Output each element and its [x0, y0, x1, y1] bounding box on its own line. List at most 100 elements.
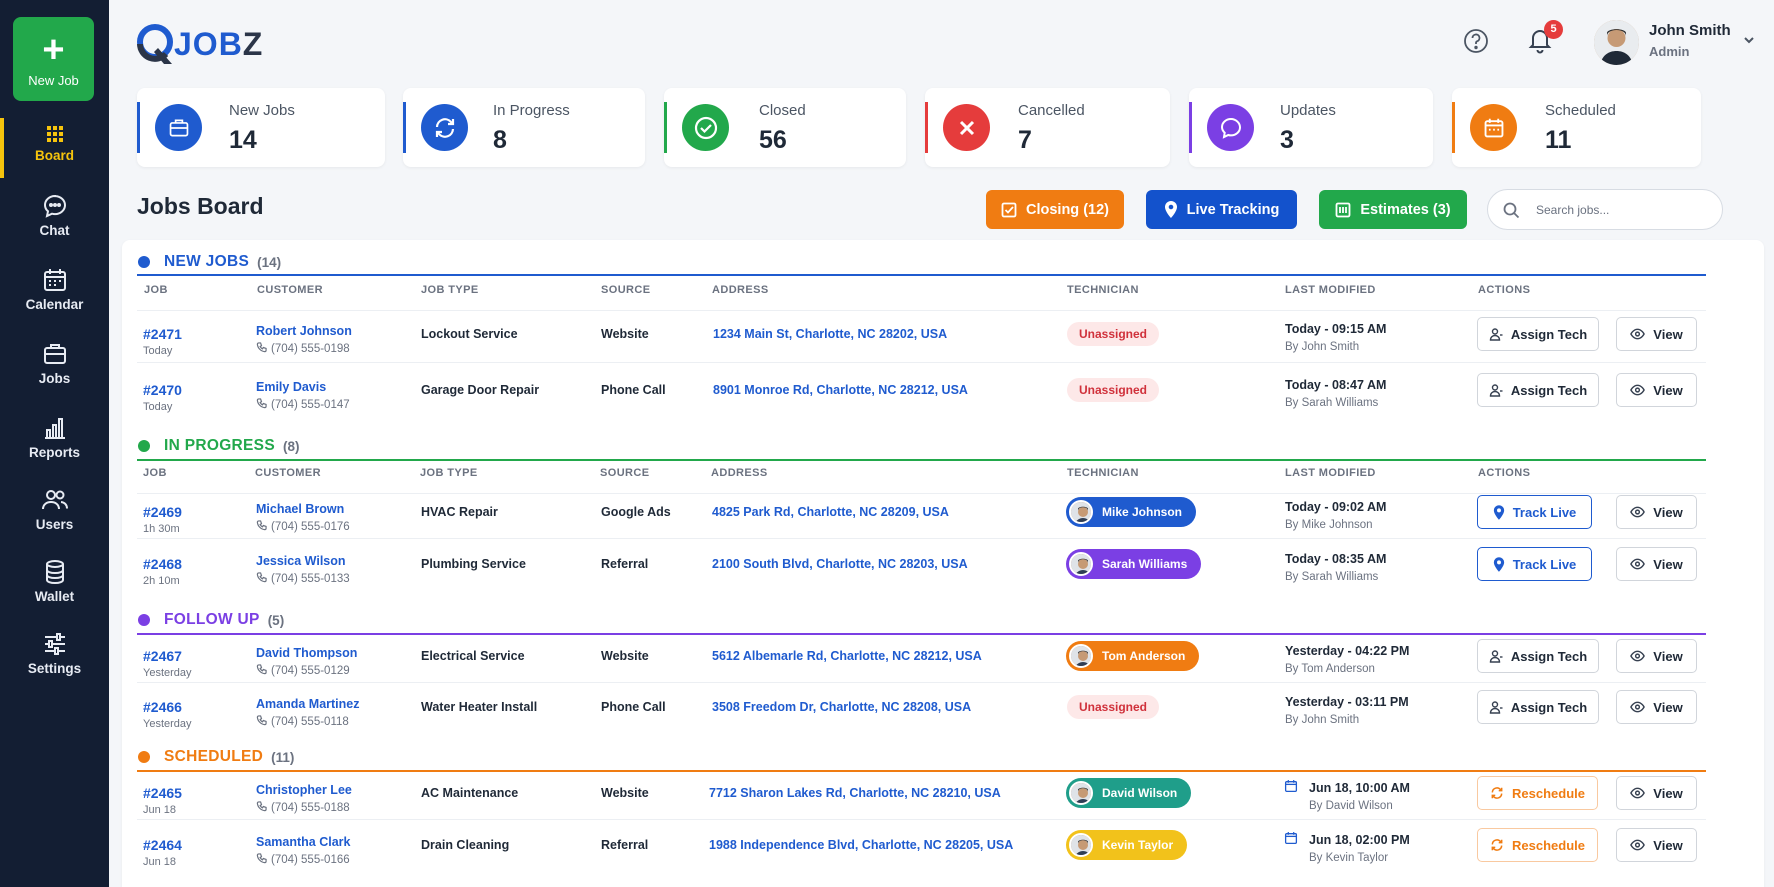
view-button[interactable]: View: [1616, 776, 1697, 810]
phone-number: (704) 555-0188: [271, 802, 350, 814]
search-input[interactable]: [1536, 200, 1706, 220]
stat-card-scheduled[interactable]: Scheduled 11: [1452, 88, 1701, 167]
track-live-button[interactable]: Track Live: [1477, 495, 1592, 529]
technician-chip[interactable]: Tom Anderson: [1066, 641, 1200, 671]
assign-tech-button[interactable]: Assign Tech: [1477, 690, 1599, 724]
grid-icon: [46, 126, 63, 142]
job-number-link[interactable]: #2464: [143, 837, 182, 853]
column-header: JOB: [144, 284, 168, 296]
job-source: Referral: [601, 557, 649, 571]
job-type: Drain Cleaning: [421, 838, 510, 852]
sidebar-item-label: Calendar: [25, 297, 84, 312]
stat-card-closed[interactable]: Closed 56: [664, 88, 906, 167]
customer-name-link[interactable]: Emily Davis: [256, 380, 326, 394]
view-label: View: [1653, 837, 1683, 853]
technician-chip[interactable]: Kevin Taylor: [1066, 830, 1188, 860]
assign-tech-button[interactable]: Assign Tech: [1477, 639, 1599, 673]
sidebar-item-wallet[interactable]: Wallet: [0, 551, 109, 615]
sidebar-item-calendar[interactable]: Calendar: [0, 259, 109, 323]
job-number-link[interactable]: #2470: [143, 382, 182, 398]
customer-name-link[interactable]: David Thompson: [256, 646, 357, 660]
stat-card-cancelled[interactable]: Cancelled 7: [925, 88, 1170, 167]
status-dot: [138, 751, 150, 763]
customer-name-link[interactable]: Amanda Martinez: [256, 697, 360, 711]
technician-chip[interactable]: Mike Johnson: [1066, 497, 1197, 527]
job-address-link[interactable]: 8901 Monroe Rd, Charlotte, NC 28212, USA: [713, 383, 968, 397]
job-number-link[interactable]: #2468: [143, 556, 182, 572]
closing-button[interactable]: Closing (12): [986, 190, 1124, 229]
view-button[interactable]: View: [1616, 373, 1697, 407]
customer-name-link[interactable]: Christopher Lee: [256, 783, 352, 797]
customer-name-link[interactable]: Michael Brown: [256, 502, 344, 516]
avatar: [1069, 833, 1093, 857]
estimates-button[interactable]: Estimates (3): [1319, 190, 1467, 229]
status-dot: [138, 440, 150, 452]
job-number-link[interactable]: #2465: [143, 785, 182, 801]
phone-icon: [256, 853, 267, 867]
view-button[interactable]: View: [1616, 495, 1697, 529]
customer-name-link[interactable]: Jessica Wilson: [256, 554, 346, 568]
logo-text: JOBZ: [174, 25, 264, 62]
sidebar-item-board[interactable]: Board: [0, 116, 109, 180]
job-number-link[interactable]: #2466: [143, 699, 182, 715]
sidebar-item-label: Jobs: [38, 371, 71, 386]
new-job-label: New Job: [28, 73, 79, 88]
assign-tech-button[interactable]: Assign Tech: [1477, 317, 1599, 351]
view-button[interactable]: View: [1616, 317, 1697, 351]
user-role: Admin: [1649, 44, 1690, 59]
refresh-icon: [421, 104, 468, 151]
notifications-button[interactable]: 5: [1527, 20, 1563, 59]
technician-chip[interactable]: Sarah Williams: [1066, 549, 1202, 579]
phone-icon: [256, 801, 267, 815]
job-address-link[interactable]: 1234 Main St, Charlotte, NC 28202, USA: [713, 327, 947, 341]
assign-tech-button[interactable]: Assign Tech: [1477, 373, 1599, 407]
sidebar-item-reports[interactable]: Reports: [0, 407, 109, 471]
sliders-icon: [44, 633, 65, 655]
customer-name-link[interactable]: Robert Johnson: [256, 324, 352, 338]
job-address-link[interactable]: 3508 Freedom Dr, Charlotte, NC 28208, US…: [712, 700, 971, 714]
view-button[interactable]: View: [1616, 639, 1697, 673]
chevron-down-icon[interactable]: [1742, 33, 1756, 47]
eye-icon: [1630, 384, 1646, 396]
technician-chip[interactable]: David Wilson: [1066, 778, 1192, 808]
job-number-link[interactable]: #2467: [143, 648, 182, 664]
track-live-button[interactable]: Track Live: [1477, 547, 1592, 581]
job-type: AC Maintenance: [421, 786, 519, 800]
technician-name: David Wilson: [1102, 786, 1178, 800]
view-button[interactable]: View: [1616, 690, 1697, 724]
job-address-link[interactable]: 5612 Albemarle Rd, Charlotte, NC 28212, …: [712, 649, 982, 663]
sidebar-item-jobs[interactable]: Jobs: [0, 333, 109, 397]
refresh-icon: [1491, 839, 1503, 851]
column-header: CUSTOMER: [255, 467, 321, 479]
job-address-link[interactable]: 7712 Sharon Lakes Rd, Charlotte, NC 2821…: [709, 786, 1001, 800]
job-type: Water Heater Install: [421, 700, 538, 714]
stat-value: 8: [493, 126, 507, 154]
reschedule-button[interactable]: Reschedule: [1477, 776, 1598, 810]
sidebar-item-users[interactable]: Users: [0, 479, 109, 543]
stat-card-in-progress[interactable]: In Progress 8: [403, 88, 645, 167]
help-icon[interactable]: [1463, 28, 1489, 54]
customer-name-link[interactable]: Samantha Clark: [256, 835, 350, 849]
job-address-link[interactable]: 1988 Independence Blvd, Charlotte, NC 28…: [709, 838, 1013, 852]
job-source: Website: [601, 649, 649, 663]
sidebar-item-chat[interactable]: Chat: [0, 185, 109, 249]
view-button[interactable]: View: [1616, 828, 1697, 862]
reschedule-button[interactable]: Reschedule: [1477, 828, 1598, 862]
view-button[interactable]: View: [1616, 547, 1697, 581]
briefcase-icon: [155, 104, 202, 151]
new-job-button[interactable]: + New Job: [13, 17, 94, 101]
view-label: View: [1653, 785, 1683, 801]
job-address-link[interactable]: 2100 South Blvd, Charlotte, NC 28203, US…: [712, 557, 968, 571]
briefcase-icon: [43, 344, 66, 364]
job-number-link[interactable]: #2471: [143, 326, 182, 342]
sidebar-item-settings[interactable]: Settings: [0, 623, 109, 687]
stat-card-updates[interactable]: Updates 3: [1189, 88, 1433, 167]
last-modified-time: Jun 18, 02:00 PM: [1309, 833, 1410, 847]
avatar[interactable]: [1594, 20, 1639, 65]
customer-phone: (704) 555-0129: [256, 664, 350, 678]
job-number-link[interactable]: #2469: [143, 504, 182, 520]
stat-card-new-jobs[interactable]: New Jobs 14: [137, 88, 385, 167]
job-address-link[interactable]: 4825 Park Rd, Charlotte, NC 28209, USA: [712, 505, 949, 519]
live-tracking-button[interactable]: Live Tracking: [1146, 190, 1297, 229]
map-pin-icon: [1493, 556, 1504, 572]
